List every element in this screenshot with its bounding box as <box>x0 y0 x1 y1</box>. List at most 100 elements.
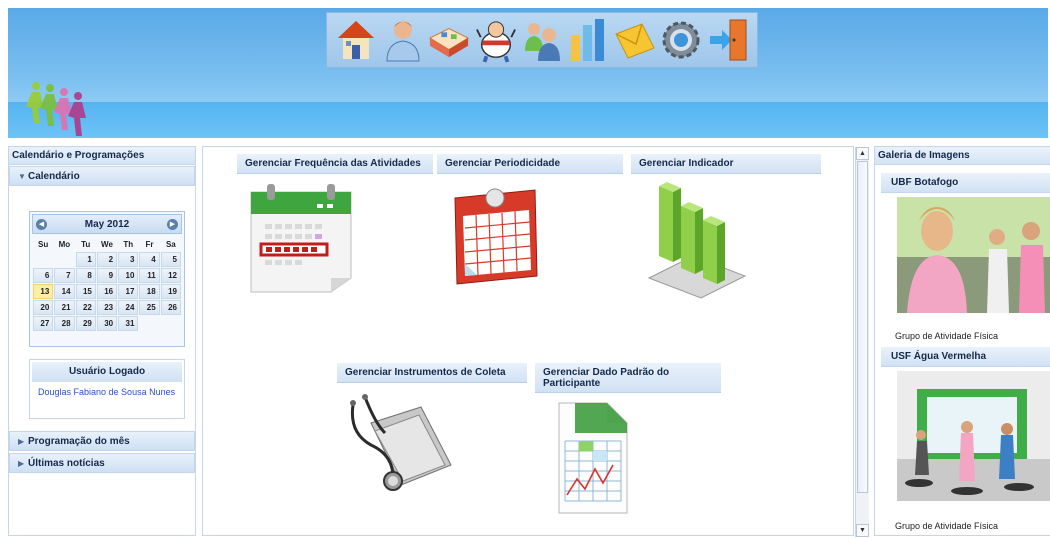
calendar-day[interactable]: 31 <box>118 316 139 331</box>
right-panel: Galeria de Imagens UBF Botafogo Grupo de… <box>874 146 1050 536</box>
tile-frequencia: Gerenciar Frequência das Atividades <box>237 154 433 294</box>
calendar-day[interactable]: 29 <box>75 316 96 331</box>
calendar-month-label: May 2012 <box>84 218 130 230</box>
group-icon <box>524 23 560 61</box>
section-noticias[interactable]: ▶ Últimas notícias <box>9 453 195 473</box>
user-button[interactable] <box>382 16 424 64</box>
tile-dado-padrao-label[interactable]: Gerenciar Dado Padrão do Participante <box>535 363 721 393</box>
gallery-photo[interactable] <box>897 371 1050 501</box>
bar-chart-icon <box>571 19 605 61</box>
settings-icon <box>662 21 700 59</box>
calendar-day-today[interactable]: 13 <box>33 284 54 299</box>
calendar-day[interactable]: 11 <box>139 268 160 283</box>
calendar-day[interactable]: 28 <box>54 316 75 331</box>
calendar-green-icon[interactable] <box>247 178 357 294</box>
calendar-red-icon[interactable] <box>451 180 541 290</box>
next-month-button[interactable]: ▶ <box>166 218 178 230</box>
weekday-header: Th <box>123 239 134 249</box>
weekday-header: We <box>101 239 113 249</box>
tile-frequencia-label[interactable]: Gerenciar Frequência das Atividades <box>237 154 433 174</box>
exit-icon <box>709 19 747 61</box>
section-noticias-label: Últimas notícias <box>28 458 105 469</box>
header-band <box>8 102 1048 138</box>
calendar-week-row: 20 21 22 23 24 25 26 <box>33 300 181 315</box>
calendar-day[interactable]: 5 <box>160 252 181 267</box>
calendar-day[interactable]: 18 <box>139 284 160 299</box>
calendar-day[interactable]: 10 <box>118 268 139 283</box>
logged-user-name[interactable]: Douglas Fabiano de Sousa Nunes <box>30 384 184 401</box>
calendar-week-row: 12345 <box>33 252 181 267</box>
section-programacao[interactable]: ▶ Programação do mês <box>9 431 195 451</box>
scroll-down-button[interactable]: ▼ <box>856 524 869 537</box>
calendar-day[interactable]: 2 <box>96 252 118 267</box>
main-toolbar <box>326 12 758 68</box>
runners-logo-icon <box>26 82 86 136</box>
gallery-item: USF Água Vermelha Grupo de Atividade Fís… <box>875 347 1050 531</box>
tile-indicador-label[interactable]: Gerenciar Indicador <box>631 154 821 174</box>
mail-icon <box>615 23 655 59</box>
calendar-empty-cell <box>54 252 74 267</box>
calendar-day[interactable]: 4 <box>139 252 160 267</box>
calendar-day[interactable]: 17 <box>118 284 139 299</box>
section-programacao-label: Programação do mês <box>28 436 130 447</box>
chevron-right-icon: ▶ <box>18 459 25 468</box>
calendar-day[interactable]: 21 <box>54 300 75 315</box>
chevron-right-icon: ▶ <box>18 437 25 446</box>
left-panel-title: Calendário e Programações <box>9 147 195 165</box>
prev-month-button[interactable]: ◀ <box>36 218 47 230</box>
mascot-button[interactable] <box>475 16 517 64</box>
calendar-day[interactable]: 19 <box>160 284 181 299</box>
gallery-photo[interactable] <box>897 197 1050 313</box>
calendar-day[interactable]: 12 <box>160 268 181 283</box>
calendar-day[interactable]: 15 <box>75 284 96 299</box>
tile-periodicidade: Gerenciar Periodicidade <box>437 154 623 294</box>
map-icon <box>429 28 470 58</box>
map-button[interactable] <box>428 16 470 64</box>
calendar-day[interactable]: 14 <box>54 284 75 299</box>
settings-button[interactable] <box>660 16 702 64</box>
calendar-day[interactable]: 7 <box>54 268 75 283</box>
calendar-day[interactable]: 3 <box>118 252 139 267</box>
calendar-day[interactable]: 30 <box>96 316 118 331</box>
exit-button[interactable] <box>707 16 749 64</box>
home-button[interactable] <box>335 16 377 64</box>
calendar-week-row: 13 14 15 16 17 18 19 <box>33 284 181 299</box>
bar-chart-3d-icon[interactable] <box>647 182 747 299</box>
user-icon <box>386 21 420 62</box>
chevron-down-icon: ▼ <box>18 172 26 181</box>
calendar-day[interactable]: 23 <box>96 300 118 315</box>
header-banner <box>8 8 1048 138</box>
scroll-thumb[interactable] <box>857 161 868 493</box>
calendar-day[interactable]: 16 <box>96 284 118 299</box>
logged-user-box: Usuário Logado Douglas Fabiano de Sousa … <box>29 359 185 419</box>
stethoscope-folder-icon[interactable] <box>345 393 457 493</box>
tile-instrumentos-label[interactable]: Gerenciar Instrumentos de Coleta <box>337 363 527 383</box>
gallery-title: USF Água Vermelha <box>881 347 1050 367</box>
center-scrollbar[interactable]: ▲ ▼ <box>855 147 869 537</box>
calendar-day[interactable]: 1 <box>75 252 96 267</box>
calendar-section-label: Calendário <box>28 171 80 182</box>
tile-periodicidade-label[interactable]: Gerenciar Periodicidade <box>437 154 623 174</box>
calendar-day[interactable]: 22 <box>75 300 96 315</box>
gallery-item: UBF Botafogo Grupo de Atividade Física <box>875 173 1050 341</box>
calendar-day[interactable]: 9 <box>96 268 118 283</box>
calendar-day[interactable]: 24 <box>118 300 139 315</box>
calendar-widget: ◀ May 2012 ▶ Su Mo Tu We Th Fr Sa 1 2 3 4 5 6 7 8 9 10 1… <box>29 211 185 347</box>
gallery-title: UBF Botafogo <box>881 173 1050 193</box>
calendar-day[interactable]: 27 <box>33 316 54 331</box>
calendar-week-row: 27 28 29 30 31 <box>33 316 181 331</box>
calendar-day[interactable]: 8 <box>75 268 96 283</box>
spreadsheet-chart-icon[interactable] <box>555 399 631 517</box>
weekday-header: Tu <box>81 239 91 249</box>
gallery-caption: Grupo de Atividade Física <box>895 521 999 531</box>
calendar-day[interactable]: 26 <box>160 300 181 315</box>
calendar-day[interactable]: 25 <box>139 300 160 315</box>
scroll-up-button[interactable]: ▲ <box>856 147 869 160</box>
calendar-section-header[interactable]: ▼ Calendário <box>9 166 195 186</box>
group-button[interactable] <box>521 16 563 64</box>
calendar-day[interactable]: 20 <box>33 300 54 315</box>
calendar-day[interactable]: 6 <box>33 268 54 283</box>
home-icon <box>338 21 375 59</box>
report-button[interactable] <box>567 16 609 64</box>
mail-button[interactable] <box>614 16 656 64</box>
